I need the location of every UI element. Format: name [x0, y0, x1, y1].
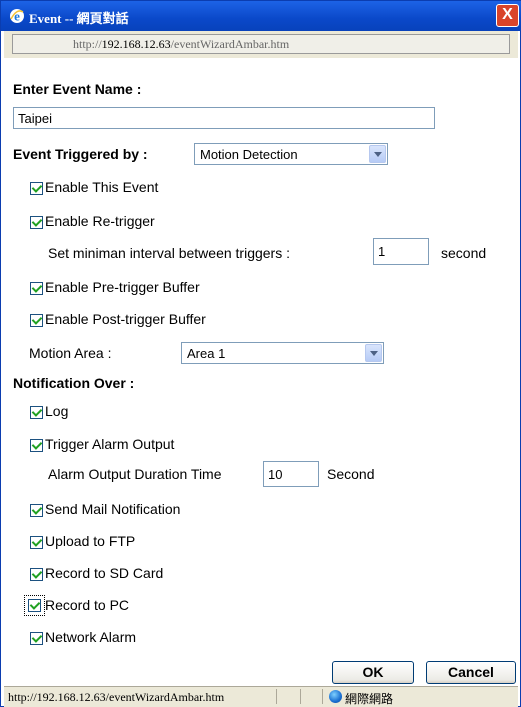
status-divider — [322, 689, 323, 704]
pre-buffer-label: Enable Pre-trigger Buffer — [45, 279, 200, 295]
notification-label: Notification Over : — [13, 375, 135, 391]
cancel-button[interactable]: Cancel — [426, 661, 516, 684]
pre-buffer-checkbox[interactable] — [30, 282, 43, 295]
interval-input[interactable] — [373, 238, 429, 265]
alarm-output-checkbox[interactable] — [30, 439, 43, 452]
close-button[interactable]: X — [496, 4, 519, 27]
send-mail-checkbox[interactable] — [30, 504, 43, 517]
record-sd-checkbox[interactable] — [30, 568, 43, 581]
address-bar: http://192.168.12.63/eventWizardAmbar.ht… — [4, 31, 518, 58]
event-name-input[interactable] — [13, 107, 435, 129]
url-path: /eventWizardAmbar.htm — [170, 37, 290, 51]
ok-button[interactable]: OK — [332, 661, 414, 684]
dialog-window: e Event -- 網頁對話 X http://192.168.12.63/e… — [0, 0, 521, 707]
duration-label: Alarm Output Duration Time — [48, 466, 222, 482]
network-alarm-checkbox[interactable] — [30, 632, 43, 645]
title-bar: e Event -- 網頁對話 X — [1, 1, 521, 31]
enable-retrigger-checkbox[interactable] — [30, 216, 43, 229]
chevron-down-icon[interactable] — [369, 145, 386, 163]
internet-zone-icon — [329, 690, 342, 703]
trigger-select-value: Motion Detection — [200, 147, 298, 162]
motion-area-label: Motion Area : — [29, 345, 112, 361]
zone-label: 網際網路 — [345, 692, 394, 706]
duration-unit: Second — [327, 466, 375, 482]
record-pc-label: Record to PC — [45, 597, 130, 613]
record-sd-label: Record to SD Card — [45, 565, 164, 581]
url-host: 192.168.12.63 — [101, 37, 171, 51]
enable-retrigger-label: Enable Re-trigger — [45, 213, 155, 229]
chevron-down-icon[interactable] — [365, 344, 382, 362]
status-divider — [276, 689, 277, 704]
trigger-select[interactable]: Motion Detection — [194, 143, 388, 165]
post-buffer-checkbox[interactable] — [30, 314, 43, 327]
url-prefix: http:// — [73, 37, 102, 51]
upload-ftp-checkbox[interactable] — [30, 536, 43, 549]
post-buffer-label: Enable Post-trigger Buffer — [45, 311, 206, 327]
log-checkbox[interactable] — [30, 406, 43, 419]
status-divider — [300, 689, 301, 704]
alarm-output-label: Trigger Alarm Output — [45, 436, 175, 452]
upload-ftp-label: Upload to FTP — [45, 533, 136, 549]
enable-event-checkbox[interactable] — [30, 182, 43, 195]
dialog-content: Enter Event Name : Event Triggered by : … — [5, 58, 518, 684]
event-name-label: Enter Event Name : — [13, 81, 142, 97]
interval-unit: second — [441, 245, 487, 261]
motion-area-value: Area 1 — [187, 346, 226, 361]
interval-label: Set miniman interval between triggers : — [48, 245, 290, 261]
status-bar: http://192.168.12.63/eventWizardAmbar.ht… — [4, 686, 518, 707]
record-pc-checkbox[interactable] — [28, 599, 41, 612]
ie-logo-icon: e — [10, 9, 24, 24]
log-label: Log — [45, 403, 69, 419]
address-field: http://192.168.12.63/eventWizardAmbar.ht… — [12, 34, 510, 54]
address-url: http://192.168.12.63/eventWizardAmbar.ht… — [73, 37, 289, 52]
send-mail-label: Send Mail Notification — [45, 501, 181, 517]
status-url: http://192.168.12.63/eventWizardAmbar.ht… — [8, 690, 225, 704]
enable-event-label: Enable This Event — [45, 179, 159, 195]
duration-input[interactable] — [263, 461, 319, 487]
window-title: Event -- 網頁對話 — [29, 11, 129, 26]
network-alarm-label: Network Alarm — [45, 629, 137, 645]
trigger-label: Event Triggered by : — [13, 146, 148, 162]
motion-area-select[interactable]: Area 1 — [181, 342, 384, 364]
